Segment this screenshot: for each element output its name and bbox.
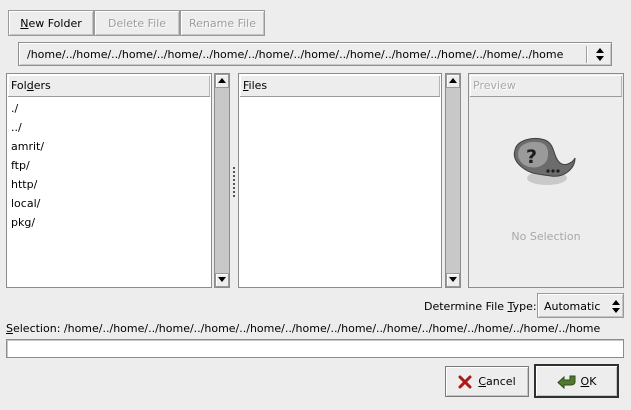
files-header-label: Files (243, 79, 268, 92)
files-scrollbar[interactable] (445, 73, 461, 288)
folder-item[interactable]: ftp/ (11, 159, 30, 172)
folders-header[interactable]: Folders (8, 75, 210, 97)
pane-resize-grip[interactable] (232, 166, 236, 198)
file-type-select[interactable]: Automatic (537, 293, 624, 318)
ok-button[interactable]: OK (534, 364, 619, 398)
cancel-x-icon (458, 375, 472, 388)
unknown-file-question-icon: ? (513, 137, 576, 185)
arrow-down-icon (449, 277, 457, 282)
up-down-arrows-icon (612, 300, 620, 313)
arrow-down-icon (218, 277, 226, 282)
files-list[interactable]: Files (238, 73, 442, 288)
path-combo-separator (586, 46, 588, 63)
selection-input[interactable] (6, 339, 624, 358)
file-type-label: Determine File Type: (424, 300, 537, 313)
files-header[interactable]: Files (240, 75, 440, 97)
scroll-down-button[interactable] (446, 273, 460, 287)
ok-arrow-icon (556, 375, 576, 389)
svg-text:?: ? (526, 146, 537, 168)
delete-file-button[interactable]: Delete File (94, 10, 180, 36)
selection-label-rest: election: /home/../home/../home/../home/… (12, 322, 601, 335)
preview-pane: Preview ? No Selection (468, 73, 624, 288)
scroll-down-button[interactable] (215, 273, 229, 287)
scroll-up-button[interactable] (215, 74, 229, 88)
delete-file-label: Delete File (107, 16, 167, 30)
folders-list[interactable]: Folders ./ ../ amrit/ ftp/ http/ local/ … (6, 73, 212, 288)
rename-file-label: Rename File (188, 16, 256, 30)
no-selection-text: No Selection (511, 230, 581, 243)
ok-label: OK (580, 374, 597, 388)
up-down-arrows-icon (596, 48, 604, 61)
new-folder-label-rest: ew Folder (28, 16, 82, 30)
arrow-up-icon (218, 78, 226, 83)
path-combo[interactable]: /home/../home/../home/../home/../home/..… (18, 42, 612, 66)
cancel-button[interactable]: Cancel (445, 366, 529, 397)
folder-item[interactable]: http/ (11, 178, 37, 191)
folder-item[interactable]: pkg/ (11, 216, 35, 229)
folders-header-label: Folders (11, 79, 51, 92)
folders-scrollbar[interactable] (214, 73, 230, 288)
new-folder-label: New Folder (20, 16, 82, 30)
new-folder-button[interactable]: New Folder (8, 10, 94, 36)
arrow-up-icon (449, 78, 457, 83)
cancel-label: Cancel (478, 375, 516, 388)
selection-label: Selection: /home/../home/../home/../home… (6, 322, 601, 335)
preview-header: Preview (470, 75, 622, 97)
folder-item[interactable]: local/ (11, 197, 40, 210)
file-type-value: Automatic (544, 300, 601, 313)
path-combo-value: /home/../home/../home/../home/../home/..… (27, 48, 564, 61)
folder-item[interactable]: ../ (11, 121, 22, 134)
folder-item[interactable]: amrit/ (11, 140, 44, 153)
grip-dots-icon (233, 167, 235, 197)
rename-file-button[interactable]: Rename File (180, 10, 265, 36)
scroll-up-button[interactable] (446, 74, 460, 88)
folder-item[interactable]: ./ (11, 102, 18, 115)
